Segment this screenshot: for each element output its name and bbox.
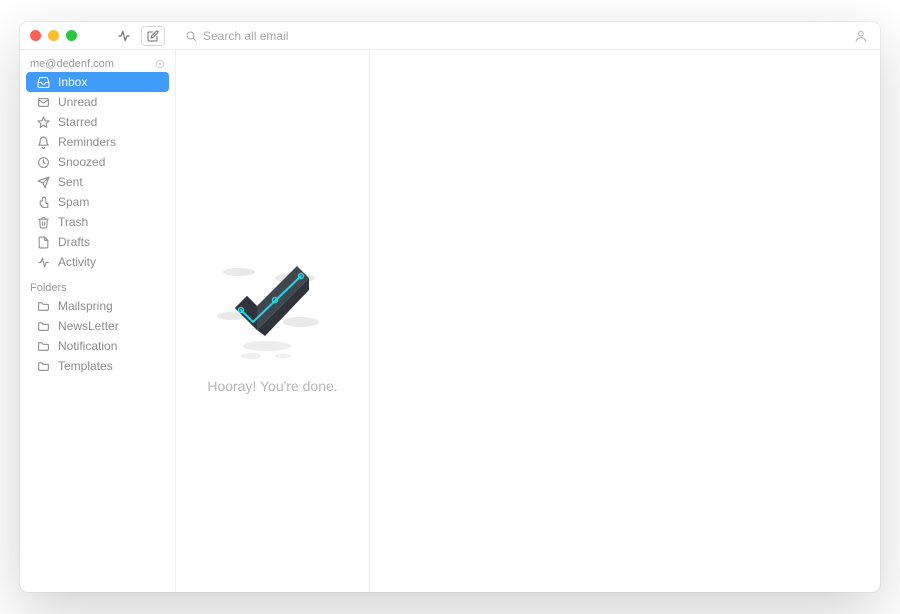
folder-item-label: NewsLetter: [58, 319, 119, 333]
sidebar-item-trash[interactable]: Trash: [26, 212, 169, 232]
folder-icon: [36, 359, 50, 373]
titlebar: [20, 22, 880, 50]
sidebar-item-label: Spam: [58, 195, 89, 209]
folder-icon: [36, 299, 50, 313]
window-controls: [30, 30, 77, 41]
compose-button[interactable]: [141, 26, 165, 46]
sidebar-item-label: Reminders: [58, 135, 116, 149]
search-icon: [185, 30, 197, 42]
nav-list: Inbox Unread Starred Reminders Snoozed Sent Sp…: [20, 72, 175, 272]
folder-item-label: Templates: [58, 359, 113, 373]
titlebar-right: [844, 29, 870, 43]
app-window: me@dedenf.com Inbox Unread Starred Reminder…: [20, 22, 880, 592]
sidebar-item-spam[interactable]: Spam: [26, 192, 169, 212]
thumbs-down-icon: [36, 195, 50, 209]
trash-icon: [36, 215, 50, 229]
inbox-icon: [36, 75, 50, 89]
sidebar-item-label: Drafts: [58, 235, 90, 249]
sidebar-item-label: Trash: [58, 215, 88, 229]
toolbar-left: [85, 26, 165, 46]
sidebar-item-label: Unread: [58, 95, 97, 109]
main-body: me@dedenf.com Inbox Unread Starred Reminder…: [20, 50, 880, 592]
close-window-button[interactable]: [30, 30, 41, 41]
sidebar-item-activity[interactable]: Activity: [26, 252, 169, 272]
search-bar[interactable]: [179, 27, 359, 45]
profile-button[interactable]: [854, 29, 868, 43]
search-input[interactable]: [203, 29, 353, 43]
sidebar-item-label: Sent: [58, 175, 83, 189]
folder-icon: [36, 319, 50, 333]
expand-account-icon: [155, 59, 165, 69]
account-email: me@dedenf.com: [30, 58, 114, 70]
empty-state-message: Hooray! You're done.: [207, 378, 337, 394]
done-checkmark-illustration: [207, 260, 327, 360]
folder-item-templates[interactable]: Templates: [26, 356, 169, 376]
sidebar-item-label: Inbox: [58, 75, 87, 89]
sidebar-item-snoozed[interactable]: Snoozed: [26, 152, 169, 172]
maximize-window-button[interactable]: [66, 30, 77, 41]
mail-icon: [36, 95, 50, 109]
folder-item-mailspring[interactable]: Mailspring: [26, 296, 169, 316]
folders-header: Folders: [20, 272, 175, 296]
empty-state: Hooray! You're done.: [207, 260, 337, 394]
message-detail-pane: [370, 50, 880, 592]
sidebar-item-unread[interactable]: Unread: [26, 92, 169, 112]
folder-item-label: Notification: [58, 339, 117, 353]
sidebar-item-label: Activity: [58, 255, 96, 269]
bell-icon: [36, 135, 50, 149]
send-icon: [36, 175, 50, 189]
sidebar-item-inbox[interactable]: Inbox: [26, 72, 169, 92]
sidebar-item-reminders[interactable]: Reminders: [26, 132, 169, 152]
pulse-icon: [36, 255, 50, 269]
folder-item-notification[interactable]: Notification: [26, 336, 169, 356]
account-header[interactable]: me@dedenf.com: [20, 54, 175, 72]
activity-icon[interactable]: [117, 29, 131, 43]
sidebar-item-label: Starred: [58, 115, 97, 129]
file-icon: [36, 235, 50, 249]
minimize-window-button[interactable]: [48, 30, 59, 41]
sidebar: me@dedenf.com Inbox Unread Starred Reminder…: [20, 50, 176, 592]
folder-item-label: Mailspring: [58, 299, 113, 313]
clock-icon: [36, 155, 50, 169]
folder-icon: [36, 339, 50, 353]
folder-list: Mailspring NewsLetter Notification Template…: [20, 296, 175, 376]
sidebar-item-starred[interactable]: Starred: [26, 112, 169, 132]
sidebar-item-label: Snoozed: [58, 155, 105, 169]
sidebar-item-drafts[interactable]: Drafts: [26, 232, 169, 252]
folder-item-newsletter[interactable]: NewsLetter: [26, 316, 169, 336]
message-list-pane: Hooray! You're done.: [176, 50, 370, 592]
star-icon: [36, 115, 50, 129]
sidebar-item-sent[interactable]: Sent: [26, 172, 169, 192]
